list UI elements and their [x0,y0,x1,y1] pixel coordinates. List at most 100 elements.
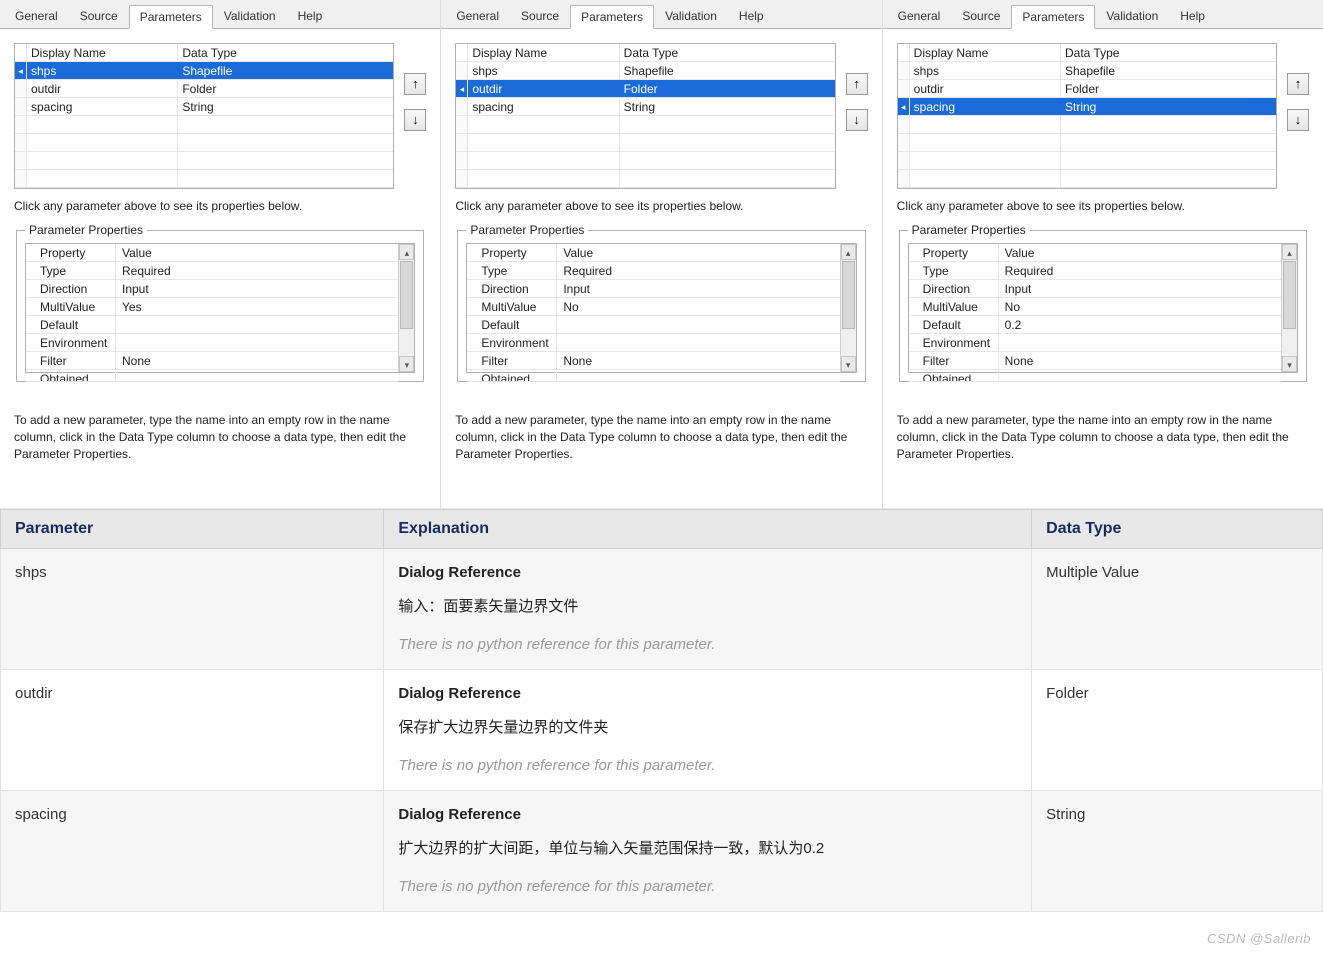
row-handle[interactable] [456,170,468,187]
row-handle[interactable] [15,80,27,97]
tab-general[interactable]: General [887,4,952,28]
row-handle[interactable]: ◂ [898,98,910,115]
param-name-cell[interactable] [27,152,178,169]
param-row[interactable] [898,134,1276,152]
prop-value[interactable]: None [116,352,398,369]
prop-value[interactable] [116,334,398,351]
prop-row[interactable]: Obtained from [467,370,839,382]
param-type-cell[interactable]: Folder [178,80,393,97]
prop-row[interactable]: MultiValueNo [909,298,1281,316]
move-down-button[interactable]: ↓ [404,109,426,131]
prop-row[interactable]: FilterNone [467,352,839,370]
param-name-cell[interactable] [27,170,178,187]
prop-value[interactable]: Input [557,280,839,297]
scroll-down-icon[interactable]: ▾ [399,356,414,372]
row-handle[interactable] [456,116,468,133]
prop-value[interactable]: Required [116,262,398,279]
scroll-thumb[interactable] [1283,261,1296,329]
param-type-cell[interactable] [1061,170,1276,187]
param-type-cell[interactable] [620,152,835,169]
tab-general[interactable]: General [4,4,69,28]
prop-row[interactable]: Environment [467,334,839,352]
param-row[interactable] [898,116,1276,134]
prop-value[interactable] [999,370,1281,381]
tab-source[interactable]: Source [951,4,1011,28]
prop-value[interactable] [557,334,839,351]
prop-row[interactable]: TypeRequired [467,262,839,280]
prop-row[interactable]: Default0.2 [909,316,1281,334]
prop-value[interactable]: 0.2 [999,316,1281,333]
param-row[interactable] [456,152,834,170]
row-handle[interactable] [15,134,27,151]
row-handle[interactable]: ◂ [15,62,27,79]
param-name-cell[interactable] [910,170,1061,187]
prop-row[interactable]: FilterNone [26,352,398,370]
scroll-up-icon[interactable]: ▴ [841,244,856,260]
prop-value[interactable] [557,316,839,333]
param-type-cell[interactable] [1061,152,1276,169]
scrollbar[interactable]: ▴▾ [398,244,414,372]
param-name-cell[interactable]: shps [910,62,1061,79]
param-name-cell[interactable]: outdir [468,80,619,97]
tab-parameters[interactable]: Parameters [129,5,213,29]
param-type-cell[interactable] [1061,116,1276,133]
scroll-down-icon[interactable]: ▾ [841,356,856,372]
param-type-cell[interactable] [1061,134,1276,151]
props-table[interactable]: PropertyValueTypeRequiredDirectionInputM… [467,244,839,372]
tab-validation[interactable]: Validation [213,4,287,28]
row-handle[interactable] [898,62,910,79]
prop-value[interactable]: None [557,352,839,369]
param-row[interactable] [456,116,834,134]
param-name-cell[interactable] [27,134,178,151]
param-row[interactable]: ◂outdirFolder [456,80,834,98]
prop-value[interactable]: Required [557,262,839,279]
param-type-cell[interactable]: String [620,98,835,115]
prop-row[interactable]: Environment [26,334,398,352]
tab-validation[interactable]: Validation [1095,4,1169,28]
param-type-cell[interactable] [620,116,835,133]
parameters-table[interactable]: Display NameData TypeshpsShapefileoutdir… [897,43,1277,189]
prop-value[interactable] [557,370,839,381]
param-type-cell[interactable]: String [178,98,393,115]
scroll-thumb[interactable] [400,261,413,329]
move-up-button[interactable]: ↑ [846,73,868,95]
row-handle[interactable] [898,116,910,133]
param-type-cell[interactable]: Shapefile [1061,62,1276,79]
param-row[interactable] [898,152,1276,170]
param-name-cell[interactable] [468,152,619,169]
param-name-cell[interactable] [468,116,619,133]
param-row[interactable] [456,134,834,152]
param-row[interactable] [15,134,393,152]
param-name-cell[interactable]: shps [27,62,178,79]
row-handle[interactable] [456,152,468,169]
param-name-cell[interactable]: outdir [27,80,178,97]
param-type-cell[interactable] [178,152,393,169]
prop-row[interactable]: Obtained from [26,370,398,382]
prop-value[interactable] [116,316,398,333]
tab-help[interactable]: Help [287,4,334,28]
row-handle[interactable] [456,134,468,151]
parameters-table[interactable]: Display NameData Type◂shpsShapefileoutdi… [14,43,394,189]
row-handle[interactable] [15,116,27,133]
param-name-cell[interactable]: spacing [468,98,619,115]
row-handle[interactable] [15,170,27,187]
move-up-button[interactable]: ↑ [1287,73,1309,95]
prop-value[interactable]: Yes [116,298,398,315]
row-handle[interactable]: ◂ [456,80,468,97]
row-handle[interactable] [456,98,468,115]
param-name-cell[interactable] [910,134,1061,151]
tab-source[interactable]: Source [510,4,570,28]
prop-row[interactable]: Environment [909,334,1281,352]
param-type-cell[interactable] [620,170,835,187]
param-type-cell[interactable] [178,134,393,151]
props-table[interactable]: PropertyValueTypeRequiredDirectionInputM… [909,244,1281,372]
param-row[interactable]: outdirFolder [15,80,393,98]
param-type-cell[interactable]: Shapefile [620,62,835,79]
row-handle[interactable] [898,152,910,169]
prop-value[interactable]: No [557,298,839,315]
tab-validation[interactable]: Validation [654,4,728,28]
prop-row[interactable]: MultiValueNo [467,298,839,316]
row-handle[interactable] [898,170,910,187]
prop-value[interactable]: Input [116,280,398,297]
param-type-cell[interactable] [620,134,835,151]
